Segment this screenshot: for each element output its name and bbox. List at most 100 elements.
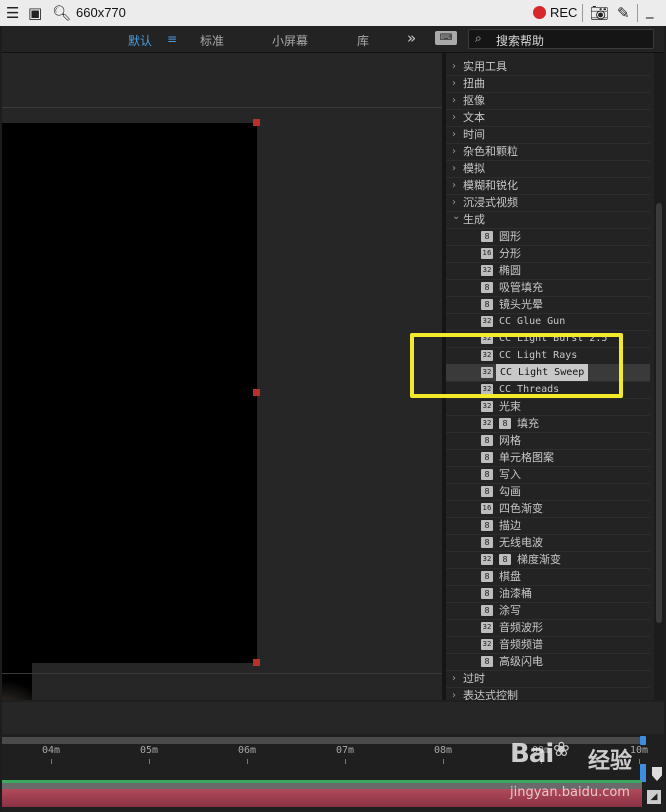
effect-label: 音频频谱 <box>499 638 543 651</box>
effect-item[interactable]: 8 写入 <box>446 466 650 484</box>
effects-category-label: 时间 <box>463 128 485 141</box>
effect-item[interactable]: 32 音频频谱 <box>446 636 650 654</box>
effects-category-label: 表达式控制 <box>463 689 518 700</box>
effect-item[interactable]: 16 分形 <box>446 245 650 263</box>
time-tick-mark <box>51 759 52 764</box>
effects-category[interactable]: › 表达式控制 <box>446 687 650 700</box>
effects-scrollbar[interactable] <box>654 53 664 700</box>
composition-canvas[interactable] <box>2 123 257 733</box>
bit-depth-icon: 16 <box>481 503 493 514</box>
bit-depth-icon: 8 <box>481 231 493 242</box>
bit-depth-icon: 32 <box>481 418 493 429</box>
chevron-right-icon: › <box>452 673 456 684</box>
chevron-right-icon: › <box>452 129 456 140</box>
effect-label: 写入 <box>499 468 521 481</box>
highlight-annotation <box>410 333 623 398</box>
scrollbar-thumb[interactable] <box>656 203 662 623</box>
search-help-placeholder: 搜索帮助 <box>496 34 545 48</box>
effect-item[interactable]: 16 四色渐变 <box>446 500 650 518</box>
effects-category[interactable]: › 模糊和锐化 <box>446 177 650 195</box>
effects-category[interactable]: › 模拟 <box>446 160 650 178</box>
workspace-bar: 默认 ≡ 标准 小屏幕 库 » ⌨ ⌕ 搜索帮助 <box>2 26 664 53</box>
effect-item[interactable]: 32 8 梯度渐变 <box>446 551 650 569</box>
effects-category-label: 实用工具 <box>463 60 507 73</box>
composition-viewer[interactable] <box>2 53 442 733</box>
record-button[interactable]: REC <box>550 5 577 20</box>
chevron-right-icon: › <box>452 61 456 72</box>
effect-item[interactable]: 8 棋盘 <box>446 568 650 586</box>
effects-category[interactable]: › 沉浸式视频 <box>446 194 650 212</box>
capture-size-label: 660x770 <box>76 5 126 20</box>
tab-small-screen[interactable]: 小屏幕 <box>272 32 308 49</box>
search-help-field[interactable]: ⌕ 搜索帮助 <box>468 29 654 49</box>
effect-label: 描边 <box>499 519 521 532</box>
effect-item[interactable]: 8 网格 <box>446 432 650 450</box>
tab-library[interactable]: 库 <box>357 32 369 49</box>
bit-depth-icon: 8 <box>481 435 493 446</box>
time-tick-label: 05m <box>140 745 159 756</box>
bit-depth-icon: 8 <box>481 571 493 582</box>
tab-standard[interactable]: 标准 <box>200 32 224 49</box>
effects-category-label: 模拟 <box>463 162 485 175</box>
effect-item[interactable]: 8 单元格图案 <box>446 449 650 467</box>
effect-label: 油漆桶 <box>499 587 532 600</box>
transform-handle[interactable] <box>253 119 260 126</box>
effect-item[interactable]: 32 音频波形 <box>446 619 650 637</box>
transform-handle[interactable] <box>253 389 260 396</box>
effect-item[interactable]: 8 油漆桶 <box>446 585 650 603</box>
effect-item[interactable]: 8 描边 <box>446 517 650 535</box>
effect-item[interactable]: 8 吸管填充 <box>446 279 650 297</box>
effects-category[interactable]: › 杂色和颗粒 <box>446 143 650 161</box>
effects-category-label: 沉浸式视频 <box>463 196 518 209</box>
bit-depth-icon: 8 <box>481 537 493 548</box>
effects-category[interactable]: › 实用工具 <box>446 58 650 76</box>
bit-depth-icon: 16 <box>481 248 493 259</box>
search-icon: ⌕ <box>475 31 482 45</box>
effects-category-label: 模糊和锐化 <box>463 179 518 192</box>
effect-label: 音频波形 <box>499 621 543 634</box>
effect-item[interactable]: 8 无线电波 <box>446 534 650 552</box>
menu-icon[interactable]: ☰ <box>6 4 19 22</box>
search-icon[interactable]: 🔍︎ <box>52 4 71 22</box>
effect-item[interactable]: 8 涂写 <box>446 602 650 620</box>
effect-item[interactable]: 32 光束 <box>446 398 650 416</box>
effect-item[interactable]: 32 CC Glue Gun <box>446 313 650 331</box>
effects-category-expanded[interactable]: ⌄ 生成 <box>446 211 650 229</box>
effect-item[interactable]: 32 椭圆 <box>446 262 650 280</box>
minimize-icon[interactable]: _ <box>646 1 654 19</box>
transform-handle[interactable] <box>253 659 260 666</box>
effect-label: 勾画 <box>499 485 521 498</box>
effect-label: 高级闪电 <box>499 655 543 668</box>
keyboard-shortcuts-icon[interactable]: ⌨ <box>435 31 457 45</box>
effect-item[interactable]: 32 8 填充 <box>446 415 650 433</box>
effects-category[interactable]: › 时间 <box>446 126 650 144</box>
effect-item[interactable]: 8 镜头光晕 <box>446 296 650 314</box>
effect-item[interactable]: 8 圆形 <box>446 228 650 246</box>
record-dot-icon[interactable] <box>533 6 546 19</box>
effects-category[interactable]: › 抠像 <box>446 92 650 110</box>
effect-item[interactable]: 8 勾画 <box>446 483 650 501</box>
effects-category[interactable]: › 扭曲 <box>446 75 650 93</box>
effect-label: 吸管填充 <box>499 281 543 294</box>
window-icon[interactable]: ▣ <box>28 4 42 22</box>
chevron-right-icon: › <box>452 112 456 123</box>
workspace-menu-icon[interactable]: ≡ <box>167 32 177 46</box>
bit-depth-icon: 8 <box>481 299 493 310</box>
effect-item[interactable]: 8 高级闪电 <box>446 653 650 671</box>
more-workspaces-icon[interactable]: » <box>407 29 416 47</box>
pencil-icon[interactable]: ✎ <box>617 4 630 22</box>
effects-category[interactable]: › 过时 <box>446 670 650 688</box>
tab-default[interactable]: 默认 <box>128 32 152 49</box>
camera-icon[interactable]: 📷︎ <box>590 4 609 22</box>
effect-label: 单元格图案 <box>499 451 554 464</box>
effect-label: 圆形 <box>499 230 521 243</box>
effects-category-label: 过时 <box>463 672 485 685</box>
time-tick-label: 08m <box>434 745 453 756</box>
effect-label: 填充 <box>517 417 539 430</box>
time-tick-mark <box>149 759 150 764</box>
effect-label: CC Glue Gun <box>499 316 566 327</box>
effects-category[interactable]: › 文本 <box>446 109 650 127</box>
effect-label: 涂写 <box>499 604 521 617</box>
divider <box>2 673 442 674</box>
bit-depth-icon: 32 <box>481 639 493 650</box>
